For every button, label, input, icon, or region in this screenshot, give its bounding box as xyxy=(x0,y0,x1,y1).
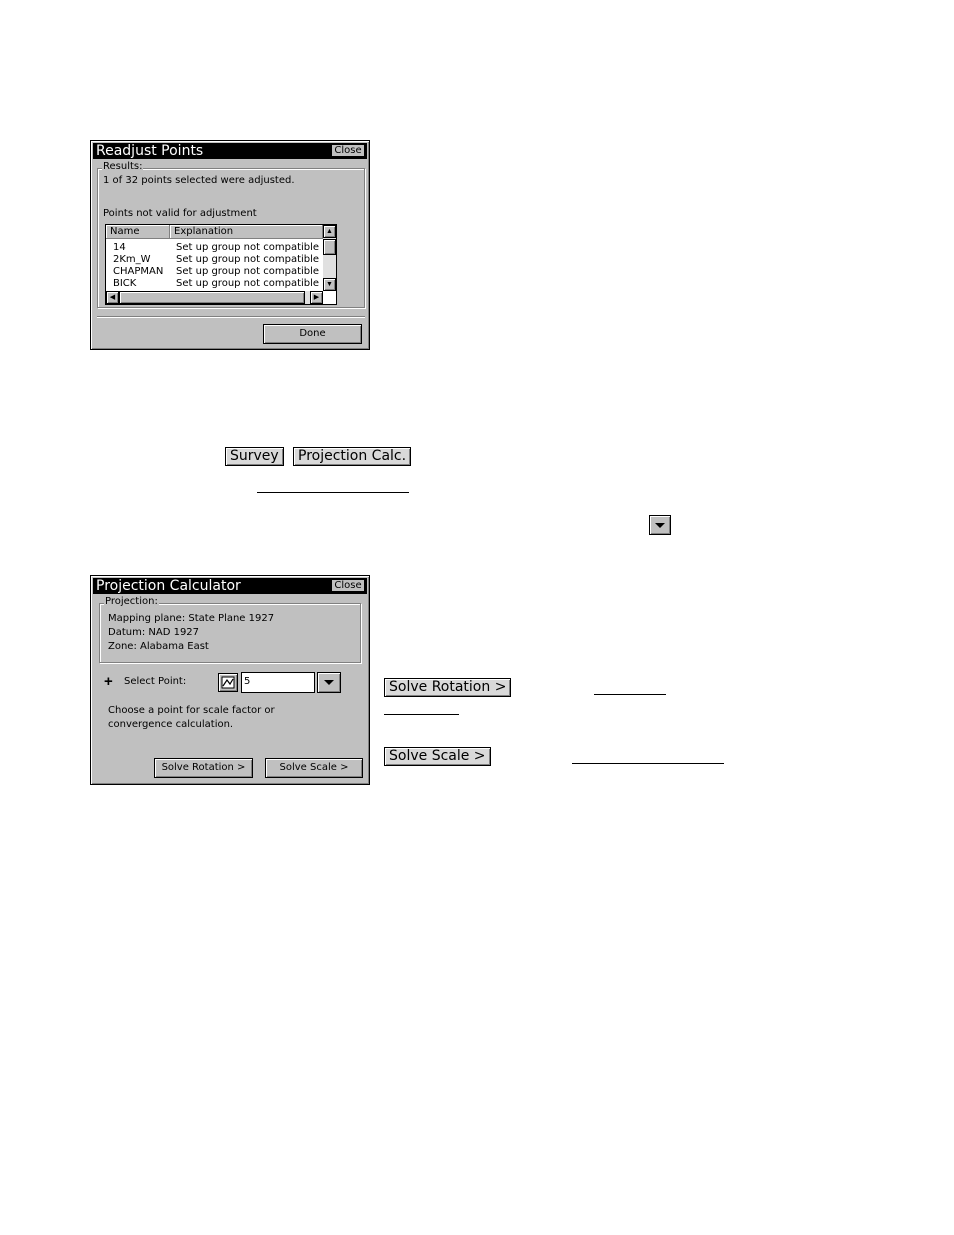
datum: Datum: NAD 1927 xyxy=(108,627,200,638)
dropdown-arrow-icon xyxy=(649,515,671,535)
mapping-plane: Mapping plane: State Plane 1927 xyxy=(108,613,275,624)
done-button[interactable]: Done xyxy=(263,324,362,344)
survey-button[interactable]: Survey xyxy=(225,447,284,466)
scroll-hthumb[interactable] xyxy=(119,291,305,304)
select-point-input[interactable]: 5 xyxy=(241,672,315,693)
readjust-points-dialog: Readjust Points Close Results: 1 of 32 p… xyxy=(90,140,370,350)
row-explanation: Set up group not compatible xyxy=(176,278,320,289)
separator xyxy=(97,316,365,318)
blank-underline xyxy=(594,694,666,695)
map-select-icon[interactable] xyxy=(218,673,238,692)
column-header-name[interactable]: Name xyxy=(106,225,170,239)
zone: Zone: Alabama East xyxy=(108,641,209,652)
scroll-right-icon[interactable]: ▶ xyxy=(310,291,323,304)
select-point-label: Select Point: xyxy=(124,676,187,687)
solve-scale-doc-button[interactable]: Solve Scale > xyxy=(384,747,491,766)
invalid-points-label: Points not valid for adjustment xyxy=(103,208,257,219)
blank-underline xyxy=(572,763,724,764)
solve-scale-label: Solve Scale > xyxy=(279,762,349,773)
scroll-down-icon[interactable]: ▼ xyxy=(323,278,336,291)
plus-icon: + xyxy=(104,673,113,690)
scroll-thumb[interactable] xyxy=(323,239,336,255)
row-explanation: Set up group not compatible xyxy=(176,254,320,265)
projection-calculator-dialog: Projection Calculator Close Projection: … xyxy=(90,575,370,785)
blank-underline xyxy=(257,492,409,493)
hint-line-1: Choose a point for scale factor or xyxy=(108,705,275,716)
projection-calc-button[interactable]: Projection Calc. xyxy=(293,447,412,466)
done-label: Done xyxy=(299,328,326,339)
row-name: BICK xyxy=(113,278,137,289)
close-button[interactable]: Close xyxy=(331,579,365,592)
row-name: CHAPMAN xyxy=(113,266,164,277)
row-explanation: Set up group not compatible xyxy=(176,242,320,253)
solve-rotation-button[interactable]: Solve Rotation > xyxy=(154,758,253,778)
close-button[interactable]: Close xyxy=(331,144,365,157)
projection-title-text: Projection Calculator xyxy=(96,578,241,594)
column-header-explanation[interactable]: Explanation xyxy=(170,225,323,239)
row-explanation: Set up group not compatible xyxy=(176,266,320,277)
solve-rotation-label: Solve Rotation > xyxy=(161,762,246,773)
row-name: 2Km_W xyxy=(113,254,151,265)
scroll-left-icon[interactable]: ◀ xyxy=(106,291,119,304)
blank-underline xyxy=(384,714,459,715)
adjust-summary: 1 of 32 points selected were adjusted. xyxy=(103,175,295,186)
hint-line-2: convergence calculation. xyxy=(108,719,234,730)
dialog-title: Readjust Points Close xyxy=(93,143,367,159)
scroll-up-icon[interactable]: ▲ xyxy=(323,225,336,238)
chevron-down-icon[interactable] xyxy=(317,672,341,693)
row-name: 14 xyxy=(113,242,126,253)
solve-rotation-doc-button[interactable]: Solve Rotation > xyxy=(384,678,512,697)
results-label: Results: xyxy=(102,161,144,172)
solve-scale-button[interactable]: Solve Scale > xyxy=(265,758,363,778)
invalid-points-list[interactable]: Name Explanation 14 Set up group not com… xyxy=(105,224,337,305)
dialog-title: Projection Calculator Close xyxy=(93,578,367,594)
projection-group-label: Projection: xyxy=(104,596,159,607)
readjust-title-text: Readjust Points xyxy=(96,143,204,159)
